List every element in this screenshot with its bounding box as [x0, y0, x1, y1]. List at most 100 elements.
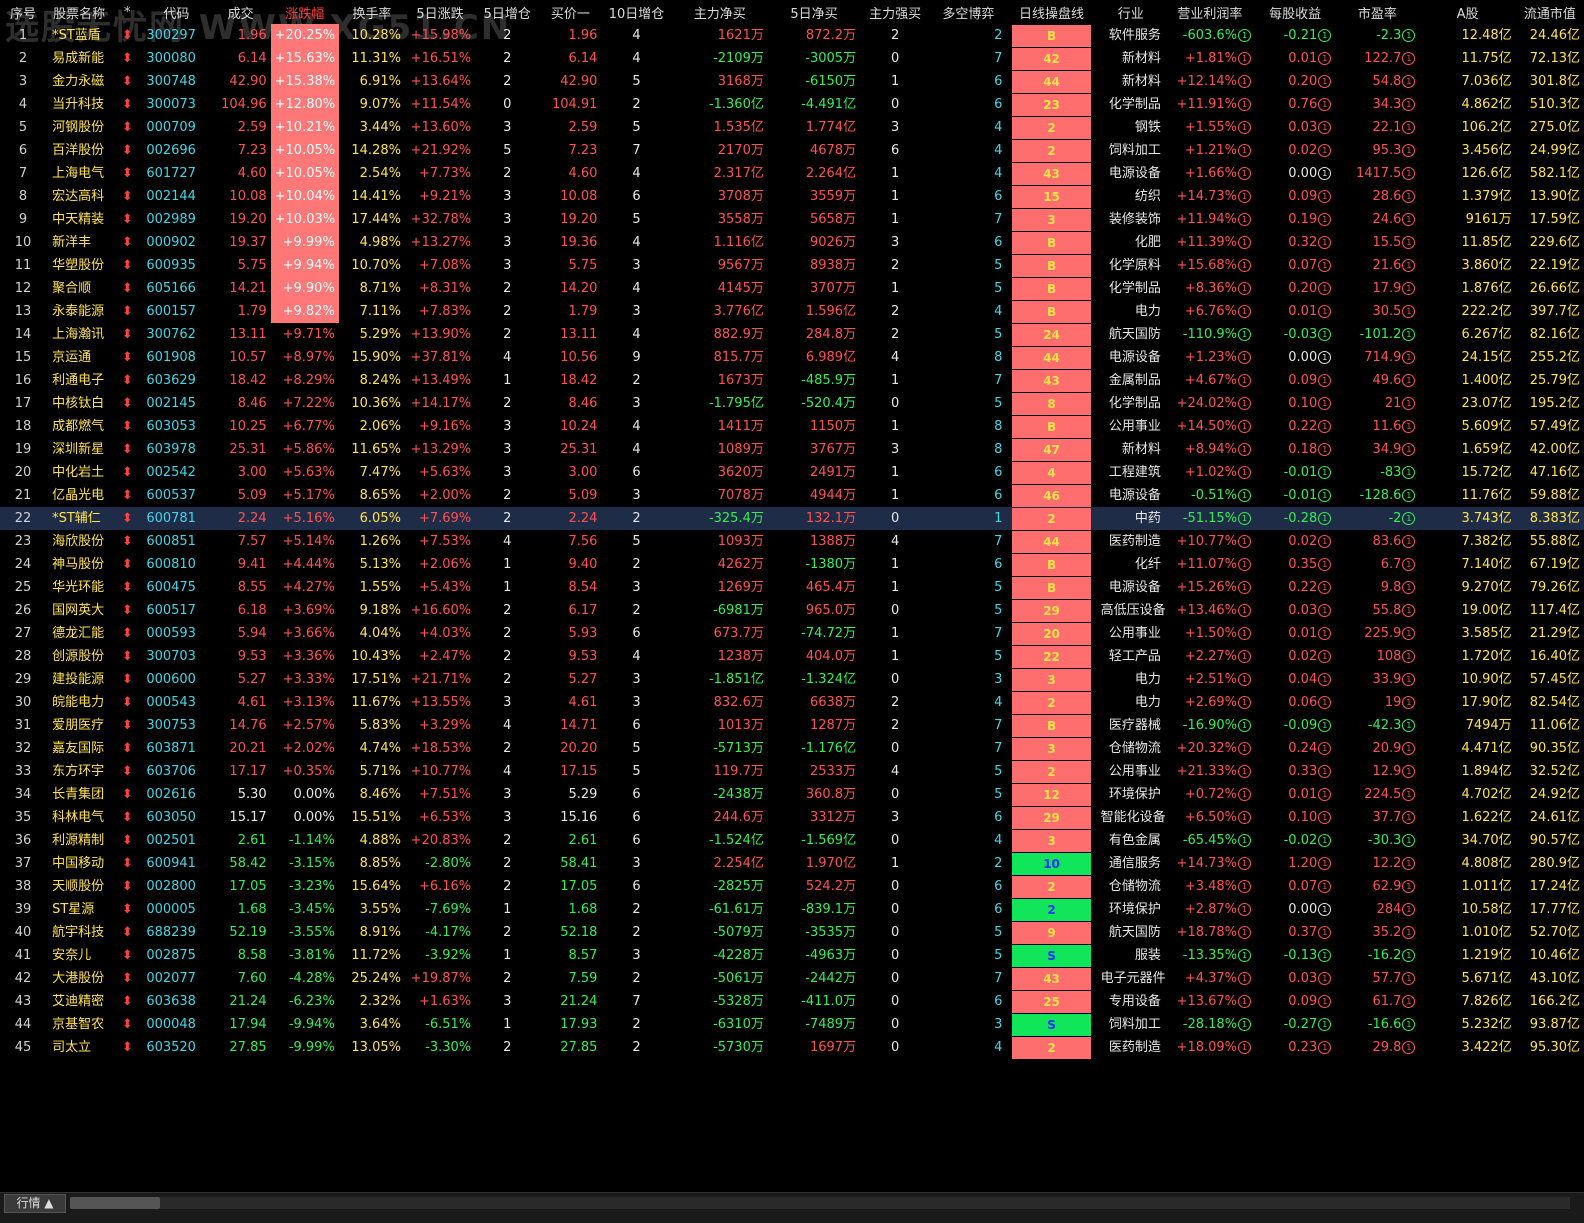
table-row[interactable]: 23 海欣股份 ⬍ 600851 7.57 +5.14% 1.26% +7.53% 4 7.56 5… — [0, 530, 1584, 553]
stock-name[interactable]: 安奈儿 — [46, 944, 112, 967]
column-header[interactable]: 主力强买 — [860, 0, 930, 24]
table-row[interactable]: 43 艾迪精密 ⬍ 603638 21.24 -6.23% 2.32% +1.63% 3 21.2… — [0, 990, 1584, 1013]
table-row[interactable]: 45 司太立 ⬍ 603520 27.85 -9.99% 13.05% -3.30% 2 27.8… — [0, 1036, 1584, 1059]
stock-name[interactable]: 德龙汇能 — [46, 622, 112, 645]
table-row[interactable]: 39 ST星源 ⬍ 000005 1.68 -3.45% 3.55% -7.69% 1 1.68 2… — [0, 898, 1584, 921]
column-header[interactable]: 市盈率 — [1335, 0, 1419, 24]
column-header[interactable]: 流通市值 — [1516, 0, 1584, 24]
stock-name[interactable]: 司太立 — [46, 1036, 112, 1059]
table-row[interactable]: 35 科林电气 ⬍ 603050 15.17 0.00% 15.51% +6.53% 3 15.1… — [0, 806, 1584, 829]
stock-name[interactable]: 嘉友国际 — [46, 737, 112, 760]
stock-name[interactable]: 长青集团 — [46, 783, 112, 806]
column-header[interactable]: A股 — [1419, 0, 1515, 24]
stock-name[interactable]: 永泰能源 — [46, 300, 112, 323]
stock-name[interactable]: *ST辅仁 — [46, 507, 113, 530]
table-row[interactable]: 30 皖能电力 ⬍ 000543 4.61 +3.13% 11.67% +13.55% 3 4.6… — [0, 691, 1584, 714]
column-header[interactable]: 5日增仓 — [475, 0, 539, 24]
table-row[interactable]: 4 当升科技 ⬍ 300073 104.96 +12.80% 9.07% +11.54% 0 10… — [0, 93, 1584, 116]
column-header[interactable]: 行业 — [1097, 0, 1165, 24]
table-row[interactable]: 12 聚合顺 ⬍ 605166 14.21 +9.90% 8.71% +8.31% 2 14.20… — [0, 277, 1584, 300]
table-row[interactable]: 31 爱朋医疗 ⬍ 300753 14.76 +2.57% 5.83% +3.29% 4 14.7… — [0, 714, 1584, 737]
table-row[interactable]: 22 *ST辅仁 ⬍ 600781 2.24 +5.16% 6.05% +7.69% 2 2.24… — [0, 507, 1584, 530]
table-row[interactable]: 10 新洋丰 ⬍ 000902 19.37 +9.99% 4.98% +13.27% 3 19.3… — [0, 231, 1584, 254]
table-row[interactable]: 27 德龙汇能 ⬍ 000593 5.94 +3.66% 4.04% +4.03% 2 5.93 6… — [0, 622, 1584, 645]
scrollbar-thumb[interactable] — [70, 1197, 160, 1209]
table-row[interactable]: 8 宏达高科 ⬍ 002144 10.08 +10.04% 14.41% +9.21% 3 10.… — [0, 185, 1584, 208]
stock-name[interactable]: 亿晶光电 — [46, 484, 112, 507]
stock-name[interactable]: 新洋丰 — [46, 231, 112, 254]
stock-name[interactable]: 京运通 — [46, 346, 112, 369]
stock-name[interactable]: 上海瀚讯 — [46, 323, 112, 346]
stock-name[interactable]: 易成新能 — [46, 47, 112, 70]
table-row[interactable]: 33 东方环宇 ⬍ 603706 17.17 +0.35% 5.71% +10.77% 4 17.… — [0, 760, 1584, 783]
horizontal-scrollbar[interactable] — [70, 1197, 1570, 1209]
table-row[interactable]: 3 金力永磁 ⬍ 300748 42.90 +15.38% 6.91% +13.64% 2 42.… — [0, 70, 1584, 93]
table-row[interactable]: 15 京运通 ⬍ 601908 10.57 +8.97% 15.90% +37.81% 4 10.… — [0, 346, 1584, 369]
stock-name[interactable]: 航宇科技 — [46, 921, 112, 944]
table-row[interactable]: 14 上海瀚讯 ⬍ 300762 13.11 +9.71% 5.29% +13.90% 2 13.… — [0, 323, 1584, 346]
column-header[interactable]: * — [112, 0, 142, 24]
table-row[interactable]: 13 永泰能源 ⬍ 600157 1.79 +9.82% 7.11% +7.83% 2 1.79 3… — [0, 300, 1584, 323]
column-header[interactable]: 股票名称 — [46, 0, 112, 24]
table-row[interactable]: 41 安奈儿 ⬍ 002875 8.58 -3.81% 11.72% -3.92% 1 8.57 3… — [0, 944, 1584, 967]
table-row[interactable]: 11 华塑股份 ⬍ 600935 5.75 +9.94% 10.70% +7.08% 3 5.75… — [0, 254, 1584, 277]
table-row[interactable]: 5 河钢股份 ⬍ 000709 2.59 +10.21% 3.44% +13.60% 3 2.59… — [0, 116, 1584, 139]
column-header[interactable]: 序号 — [0, 0, 46, 24]
table-row[interactable]: 20 中化岩土 ⬍ 002542 3.00 +5.63% 7.47% +5.63% 3 3.00 6… — [0, 461, 1584, 484]
column-header[interactable]: 涨跌幅 — [271, 0, 339, 24]
stock-name[interactable]: 科林电气 — [46, 806, 112, 829]
stock-name[interactable]: ST星源 — [46, 898, 112, 921]
stock-name[interactable]: 京基智农 — [46, 1013, 112, 1036]
table-row[interactable]: 36 利源精制 ⬍ 002501 2.61 -1.14% 4.88% +20.83% 2 2.61… — [0, 829, 1584, 852]
table-row[interactable]: 25 华光环能 ⬍ 600475 8.55 +4.27% 1.55% +5.43% 1 8.54 3… — [0, 576, 1584, 599]
table-row[interactable]: 37 中国移动 ⬍ 600941 58.42 -3.15% 8.85% -2.80% 2 58.4… — [0, 852, 1584, 875]
table-row[interactable]: 2 易成新能 ⬍ 300080 6.14 +15.63% 11.31% +16.51% 2 6.1… — [0, 47, 1584, 70]
table-row[interactable]: 16 利通电子 ⬍ 603629 18.42 +8.29% 8.24% +13.49% 1 18.… — [0, 369, 1584, 392]
stock-name[interactable]: 中天精装 — [46, 208, 112, 231]
table-row[interactable]: 1 *ST蓝盾 ⬍ 300297 1.96 +20.25% 10.28% +15.98% 2 1.… — [0, 24, 1584, 47]
table-row[interactable]: 38 天顺股份 ⬍ 002800 17.05 -3.23% 15.64% +6.16% 2 17.… — [0, 875, 1584, 898]
table-row[interactable]: 9 中天精装 ⬍ 002989 19.20 +10.03% 17.44% +32.78% 3 19… — [0, 208, 1584, 231]
stock-name[interactable]: 中化岩土 — [46, 461, 112, 484]
stock-name[interactable]: 成都燃气 — [46, 415, 112, 438]
table-row[interactable]: 21 亿晶光电 ⬍ 600537 5.09 +5.17% 8.65% +2.00% 2 5.09 3… — [0, 484, 1584, 507]
column-header[interactable]: 10日增仓 — [601, 0, 671, 24]
table-row[interactable]: 28 创源股份 ⬍ 300703 9.53 +3.36% 10.43% +2.47% 2 9.53… — [0, 645, 1584, 668]
stock-name[interactable]: 深圳新星 — [46, 438, 112, 461]
stock-name[interactable]: 爱朋医疗 — [46, 714, 112, 737]
table-row[interactable]: 17 中核钛白 ⬍ 002145 8.46 +7.22% 10.36% +14.17% 2 8.4… — [0, 392, 1584, 415]
column-header[interactable]: 多空博弈 — [930, 0, 1006, 24]
table-row[interactable]: 29 建投能源 ⬍ 000600 5.27 +3.33% 17.51% +21.71% 2 5.2… — [0, 668, 1584, 691]
stock-name[interactable]: 中核钛白 — [46, 392, 112, 415]
stock-name[interactable]: 华塑股份 — [46, 254, 112, 277]
stock-name[interactable]: 利源精制 — [46, 829, 112, 852]
table-row[interactable]: 34 长青集团 ⬍ 002616 5.30 0.00% 8.46% +7.51% 3 5.29 6 -… — [0, 783, 1584, 806]
stock-name[interactable]: 东方环宇 — [46, 760, 112, 783]
table-row[interactable]: 26 国网英大 ⬍ 600517 6.18 +3.69% 9.18% +16.60% 2 6.17… — [0, 599, 1584, 622]
table-row[interactable]: 19 深圳新星 ⬍ 603978 25.31 +5.86% 11.65% +13.29% 3 25… — [0, 438, 1584, 461]
stock-name[interactable]: 利通电子 — [46, 369, 112, 392]
column-header[interactable]: 成交 — [211, 0, 271, 24]
stock-name[interactable]: 河钢股份 — [46, 116, 112, 139]
table-row[interactable]: 44 京基智农 ⬍ 000048 17.94 -9.94% 3.64% -6.51% 1 17.9… — [0, 1013, 1584, 1036]
table-row[interactable]: 7 上海电气 ⬍ 601727 4.60 +10.05% 2.54% +7.73% 2 4.60 4… — [0, 162, 1584, 185]
stock-name[interactable]: 天顺股份 — [46, 875, 112, 898]
stock-name[interactable]: 宏达高科 — [46, 185, 112, 208]
stock-name[interactable]: 皖能电力 — [46, 691, 112, 714]
stock-name[interactable]: 上海电气 — [46, 162, 112, 185]
stock-name[interactable]: 建投能源 — [46, 668, 112, 691]
table-row[interactable]: 32 嘉友国际 ⬍ 603871 20.21 +2.02% 4.74% +18.53% 2 20.… — [0, 737, 1584, 760]
table-row[interactable]: 18 成都燃气 ⬍ 603053 10.25 +6.77% 2.06% +9.16% 3 10.2… — [0, 415, 1584, 438]
stock-name[interactable]: 大港股份 — [46, 967, 112, 990]
stock-name[interactable]: 神马股份 — [46, 553, 112, 576]
column-header[interactable]: 换手率 — [339, 0, 405, 24]
column-header[interactable]: 日线操盘线 — [1006, 0, 1096, 24]
column-header[interactable]: 主力净买 — [672, 0, 768, 24]
stock-name[interactable]: 百洋股份 — [46, 139, 112, 162]
table-row[interactable]: 24 神马股份 ⬍ 600810 9.41 +4.44% 5.13% +2.06% 1 9.40 2… — [0, 553, 1584, 576]
stock-name[interactable]: 海欣股份 — [46, 530, 112, 553]
stock-name[interactable]: 当升科技 — [46, 93, 112, 116]
stock-name[interactable]: 中国移动 — [46, 852, 112, 875]
stock-name[interactable]: 华光环能 — [46, 576, 112, 599]
column-header[interactable]: 代码 — [142, 0, 210, 24]
